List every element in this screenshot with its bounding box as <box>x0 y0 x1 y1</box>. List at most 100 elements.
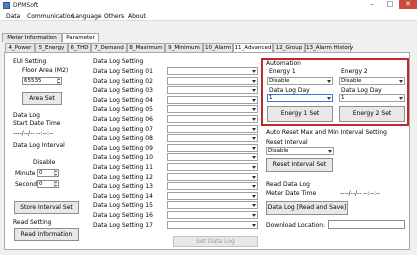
spinner-icon[interactable] <box>57 78 61 84</box>
data-log-setting-select[interactable] <box>167 191 258 200</box>
tab-meter-information[interactable]: Meter Information <box>2 33 62 42</box>
read-data-log-label: Read Data Log <box>266 181 310 188</box>
reset-interval-select[interactable]: Disable <box>266 147 334 155</box>
menu-communication[interactable]: Communication <box>27 13 74 20</box>
menu-language[interactable]: Language <box>72 13 102 20</box>
data-log-setting-label: Data Log Setting 05 <box>93 106 153 114</box>
data-log-setting-select[interactable] <box>167 153 258 162</box>
tab-parameter[interactable]: Parameter <box>62 33 99 42</box>
chevron-down-icon <box>252 89 256 93</box>
chevron-down-icon <box>252 156 256 160</box>
chevron-down-icon <box>252 70 256 73</box>
chevron-down-icon <box>252 118 256 121</box>
eui-setting-label: EUI Setting <box>13 58 47 65</box>
minute-input[interactable]: 0 <box>37 169 59 177</box>
interval-label: Data Log Interval <box>13 142 65 149</box>
data-log-setting-select[interactable] <box>167 211 258 219</box>
set-data-log-button[interactable]: Set Data Log <box>173 236 258 247</box>
data-log-setting-select[interactable] <box>167 124 258 133</box>
chevron-down-icon <box>252 137 256 141</box>
read-information-button[interactable]: Read Information <box>14 228 79 241</box>
reset-interval-set-button[interactable]: Reset Interval Set <box>266 158 333 172</box>
data-log-setting-label: Data Log Setting 04 <box>93 96 153 104</box>
chevron-down-icon <box>252 223 256 227</box>
menu-about[interactable]: About <box>128 13 146 20</box>
start-time-value: ----/--/-- --:--:-- <box>13 130 54 137</box>
data-log-setting-select[interactable] <box>167 172 258 181</box>
data-log-setting-select[interactable] <box>167 220 258 229</box>
data-log-setting-label: Data Log Setting 14 <box>93 192 153 200</box>
data-log-setting-select[interactable] <box>167 163 258 171</box>
menu-data[interactable]: Data <box>6 13 20 20</box>
read-save-button[interactable]: Data Log [Read and Save] <box>266 201 348 215</box>
tab-maximum[interactable]: 8_Maximum <box>127 43 165 52</box>
chevron-down-icon <box>252 146 256 150</box>
area-set-button[interactable]: Area Set <box>22 92 62 105</box>
tab-minimum[interactable]: 9_Minimum <box>165 43 203 52</box>
data-log-setting-header: Data Log Setting <box>93 58 144 65</box>
chevron-down-icon <box>252 108 256 112</box>
data-log-setting-select[interactable] <box>167 115 258 123</box>
second-value: 0 <box>39 181 43 187</box>
menu-bar: Data Communication Language Others About <box>0 11 417 21</box>
chevron-down-icon <box>252 98 256 102</box>
start-time-label: Start Date Time <box>13 120 61 127</box>
data-log-setting-select[interactable] <box>167 67 258 75</box>
data-log-setting-select[interactable] <box>167 134 258 143</box>
reset-interval-value: Disable <box>268 148 289 154</box>
tab-advanced[interactable]: 11_Advanced <box>233 43 273 52</box>
second-input[interactable]: 0 <box>37 180 59 188</box>
data-log-label: Data Log <box>13 112 40 119</box>
data-log-setting-label: Data Log Setting 09 <box>93 144 153 152</box>
chevron-down-icon <box>252 204 256 208</box>
chevron-down-icon <box>252 166 256 169</box>
minimize-button[interactable]: – <box>363 0 381 9</box>
data-log-setting-label: Data Log Setting 15 <box>93 202 153 210</box>
highlight-box <box>261 58 409 126</box>
floor-area-input[interactable]: 65535 <box>22 77 62 85</box>
store-interval-button[interactable]: Store Interval Set <box>14 201 79 214</box>
data-log-setting-select[interactable] <box>167 201 258 210</box>
spinner-icon[interactable] <box>54 181 58 187</box>
chevron-down-icon <box>252 127 256 131</box>
download-location-input[interactable] <box>328 220 405 229</box>
maximize-button[interactable]: □ <box>381 0 399 9</box>
floor-area-label: Floor Area (M2) <box>22 67 69 74</box>
chevron-down-icon <box>252 79 256 83</box>
title-bar: DPMSoft – □ ✕ <box>0 0 417 11</box>
data-log-setting-label: Data Log Setting 03 <box>93 87 153 95</box>
data-log-setting-select[interactable] <box>167 86 258 95</box>
reset-interval-label: Reset Interval <box>266 139 308 146</box>
menu-others[interactable]: Others <box>104 13 124 20</box>
tab-alarm-history[interactable]: 13_Alarm History <box>305 43 353 52</box>
data-log-setting-label: Data Log Setting 10 <box>93 154 153 162</box>
tab-demand[interactable]: 7_Demand <box>91 43 127 52</box>
tab-energy[interactable]: 5_Energy <box>35 43 68 52</box>
tab-alarm[interactable]: 10_Alarm <box>203 43 233 52</box>
data-log-setting-select[interactable] <box>167 143 258 152</box>
data-log-setting-label: Data Log Setting 07 <box>93 125 153 133</box>
tab-group[interactable]: 12_Group <box>273 43 305 52</box>
tab-thd[interactable]: 6_THD <box>68 43 91 52</box>
second-label: Second <box>15 181 38 188</box>
tab-power[interactable]: 4_Power <box>5 43 35 52</box>
data-log-setting-label: Data Log Setting 13 <box>93 183 153 191</box>
download-location-label: Download Location: <box>266 222 326 229</box>
floor-area-value: 65535 <box>24 78 42 84</box>
close-button[interactable]: ✕ <box>399 0 417 9</box>
app-window: DPMSoft – □ ✕ Data Communication Languag… <box>0 0 417 255</box>
data-log-setting-select[interactable] <box>167 95 258 104</box>
data-log-setting-label: Data Log Setting 08 <box>93 135 153 143</box>
read-setting-label: Read Setting <box>13 219 52 226</box>
minute-label: Minute <box>15 170 36 177</box>
data-log-setting-select[interactable] <box>167 182 258 191</box>
data-log-setting-select[interactable] <box>167 105 258 114</box>
app-icon <box>3 2 10 9</box>
spinner-icon[interactable] <box>54 170 58 176</box>
window-title: DPMSoft <box>13 2 39 9</box>
interval-status: Disable <box>33 159 56 166</box>
meter-time-label: Meter Date Time <box>266 190 317 197</box>
meter-time-value: ----/--/-- --:--:-- <box>340 190 381 197</box>
chevron-down-icon <box>252 214 256 217</box>
data-log-setting-select[interactable] <box>167 76 258 85</box>
